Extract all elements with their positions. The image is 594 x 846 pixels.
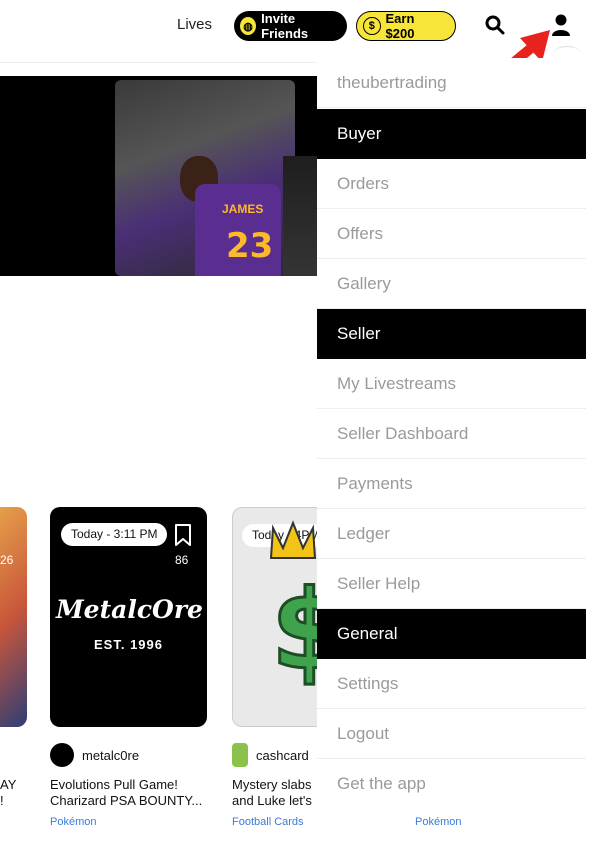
seller-row[interactable]: cashcard xyxy=(232,743,309,767)
livestream-card-thumbnail[interactable]: Today - 3:11 PM 86 MetalcOre EST. 1996 xyxy=(50,507,207,727)
livestream-card-thumbnail[interactable]: Today - 4PM $ xyxy=(232,507,318,727)
hero-figure xyxy=(283,156,318,276)
earn-label: Earn $200 xyxy=(385,11,415,41)
bookmark-count: 86 xyxy=(175,553,189,567)
menu-item-gallery[interactable]: Gallery xyxy=(317,259,586,309)
seller-row[interactable]: metalc0re xyxy=(50,743,139,767)
menu-item-my-livestreams[interactable]: My Livestreams xyxy=(317,359,586,409)
seller-username: metalc0re xyxy=(82,747,140,763)
left-card-bookmark-count: 26 xyxy=(0,553,14,567)
menu-item-logout[interactable]: Logout xyxy=(317,709,586,759)
menu-item-ledger[interactable]: Ledger xyxy=(317,509,586,559)
menu-item-offers[interactable]: Offers xyxy=(317,209,586,259)
menu-section-general: General xyxy=(317,609,586,659)
stream-title[interactable]: Mystery slabs and Luke let's xyxy=(232,777,312,809)
earn-button[interactable]: $ Earn $200 xyxy=(356,11,456,41)
featured-stream-video[interactable]: JAMES 23 xyxy=(0,76,318,276)
menu-section-seller: Seller xyxy=(317,309,586,359)
left-card-title-line2: ! xyxy=(0,793,4,808)
menu-item-seller-dashboard[interactable]: Seller Dashboard xyxy=(317,409,586,459)
seller-logo-text: MetalcOre xyxy=(56,595,203,624)
livestream-card-thumbnail-left[interactable] xyxy=(0,507,27,727)
menu-item-payments[interactable]: Payments xyxy=(317,459,586,509)
category-link[interactable]: Football Cards xyxy=(232,816,304,828)
seller-logo-subtext: EST. 1996 xyxy=(94,637,163,652)
avatar xyxy=(50,743,74,767)
svg-text:$: $ xyxy=(271,566,318,694)
category-link[interactable]: Pokémon xyxy=(415,816,461,828)
category-link[interactable]: Pokémon xyxy=(50,816,96,828)
menu-item-settings[interactable]: Settings xyxy=(317,659,586,709)
left-card-title-line1: AY xyxy=(0,777,17,792)
money-mascot-graphic: $ xyxy=(270,520,318,696)
invite-friends-label: Invite Friends xyxy=(261,11,309,41)
menu-item-get-the-app[interactable]: Get the app xyxy=(317,759,586,809)
menu-section-buyer: Buyer xyxy=(317,109,586,159)
nav-lives-link[interactable]: Lives xyxy=(177,16,212,33)
invite-friends-button[interactable]: ◍ Invite Friends xyxy=(234,11,347,41)
nav-divider xyxy=(0,62,318,63)
dollar-coin-icon: $ xyxy=(363,17,381,35)
bookmark-icon[interactable] xyxy=(174,523,192,547)
account-dropdown-menu: theubertrading Buyer Orders Offers Galle… xyxy=(317,46,594,846)
livestream-cards-row: 26 AY ! Today - 3:11 PM 86 MetalcOre EST… xyxy=(0,505,318,846)
avatar xyxy=(232,743,248,767)
hero-jersey-number: 23 xyxy=(226,226,274,266)
stream-title[interactable]: Evolutions Pull Game! Charizard PSA BOUN… xyxy=(50,777,202,809)
hero-jersey-name: JAMES xyxy=(222,202,264,216)
seller-username: cashcard xyxy=(256,747,309,763)
menu-username[interactable]: theubertrading xyxy=(317,58,586,108)
menu-item-seller-help[interactable]: Seller Help xyxy=(317,559,586,609)
globe-icon: ◍ xyxy=(240,17,257,35)
stream-time-badge: Today - 3:11 PM xyxy=(61,523,168,546)
menu-item-orders[interactable]: Orders xyxy=(317,159,586,209)
